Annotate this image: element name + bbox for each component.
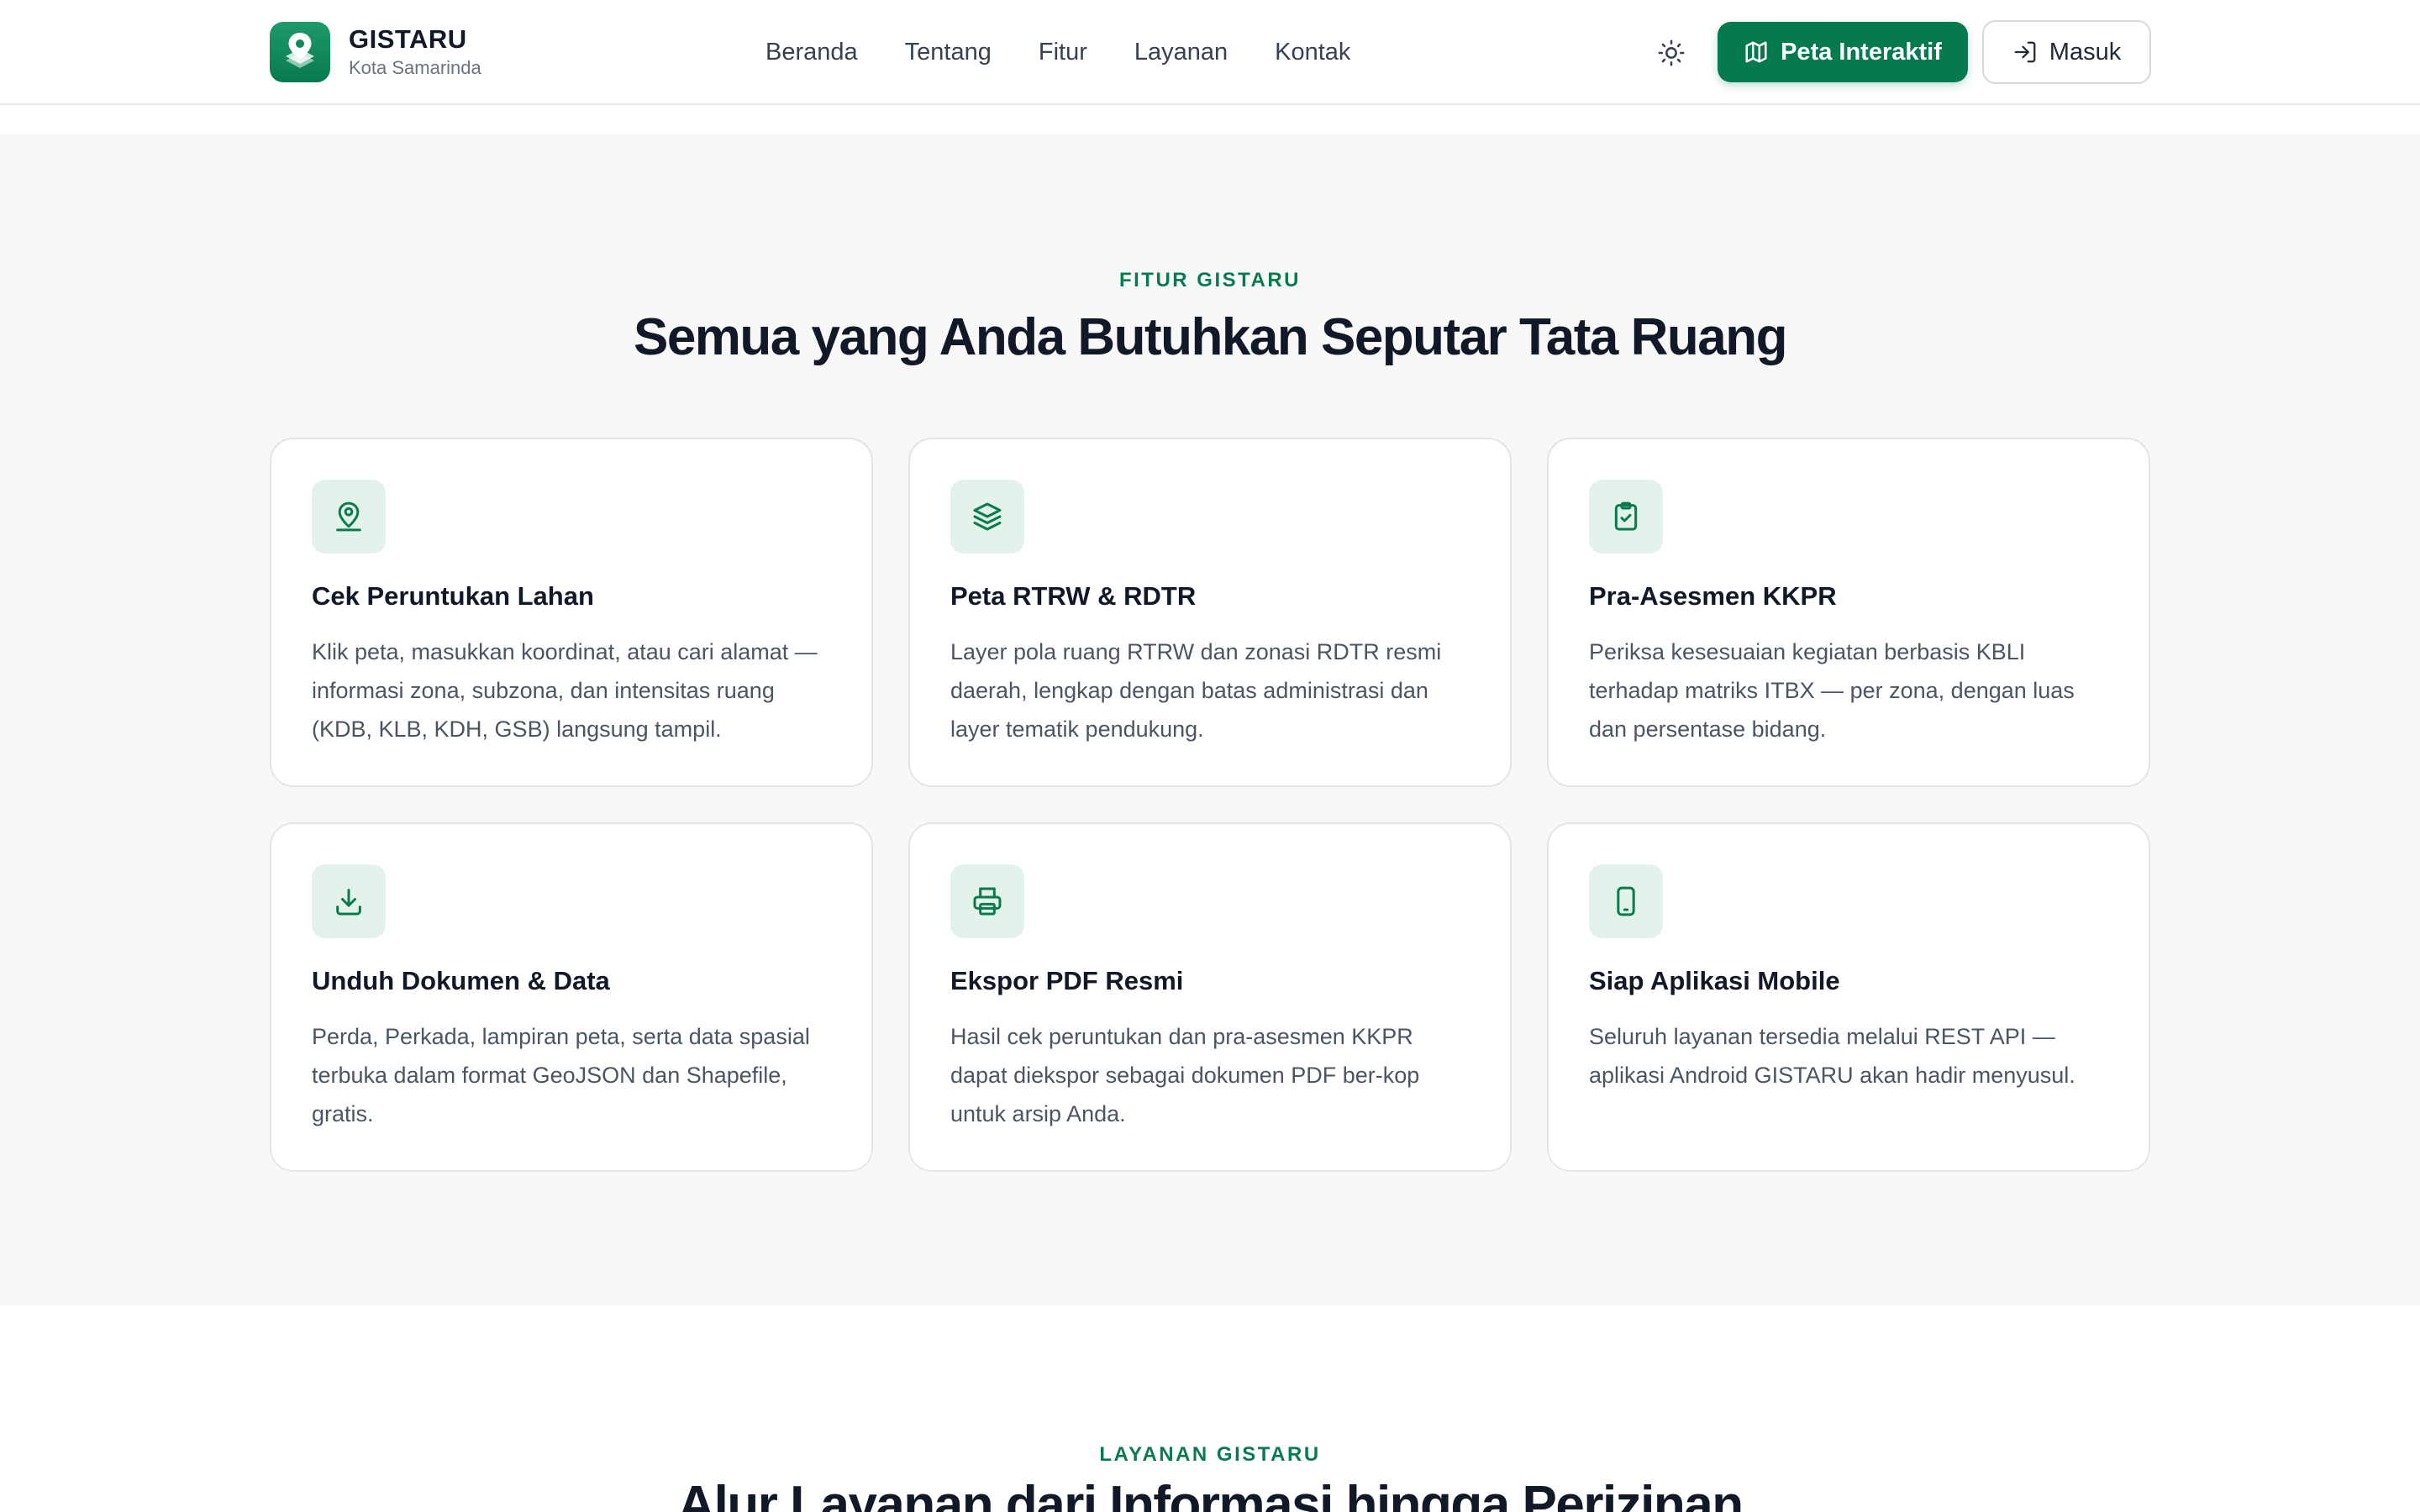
nav-link-kontak[interactable]: Kontak bbox=[1275, 30, 1350, 74]
feature-card-title: Siap Aplikasi Mobile bbox=[1589, 966, 1840, 995]
services-title: Alur Layanan dari Informasi hingga Periz… bbox=[677, 1476, 1744, 1512]
features-title: Semua yang Anda Butuhkan Seputar Tata Ru… bbox=[633, 308, 1788, 366]
feature-card-title: Unduh Dokumen & Data bbox=[312, 966, 610, 995]
brand-name: GISTARU bbox=[349, 24, 467, 54]
layers-icon bbox=[950, 480, 1024, 554]
feature-card-title: Peta RTRW & RDTR bbox=[950, 581, 1197, 611]
feature-card-description: Layer pola ruang RTRW dan zonasi RDTR re… bbox=[950, 639, 1442, 742]
brand-subtitle: Kota Samarinda bbox=[349, 57, 481, 78]
feature-card-rtrw-rdtr: Peta RTRW & RDTR Layer pola ruang RTRW d… bbox=[908, 438, 1512, 787]
services-eyebrow: LAYANAN GISTARU bbox=[1099, 1443, 1321, 1466]
login-button[interactable]: Masuk bbox=[1982, 20, 2151, 84]
feature-card-description: Seluruh layanan tersedia melalui REST AP… bbox=[1589, 1024, 2075, 1088]
printer-icon bbox=[950, 864, 1024, 938]
smartphone-icon bbox=[1589, 864, 1663, 938]
main-nav: Beranda Tentang Fitur Layanan Kontak bbox=[765, 30, 1350, 74]
login-label: Masuk bbox=[2049, 38, 2122, 66]
feature-card-title: Pra-Asesmen KKPR bbox=[1589, 581, 1837, 611]
feature-card-description: Klik peta, masukkan koordinat, atau cari… bbox=[312, 639, 818, 742]
login-icon bbox=[2014, 41, 2036, 63]
features-eyebrow: FITUR GISTARU bbox=[1118, 269, 1302, 291]
feature-card-kkpr: Pra-Asesmen KKPR Periksa kesesuaian kegi… bbox=[1547, 438, 2150, 787]
top-navbar: GISTARU Kota Samarinda Beranda Tentang F… bbox=[0, 0, 2420, 105]
nav-link-layanan[interactable]: Layanan bbox=[1134, 30, 1228, 74]
services-section: LAYANAN GISTARU Alur Layanan dari Inform… bbox=[0, 1306, 2420, 1512]
nav-link-tentang[interactable]: Tentang bbox=[905, 30, 992, 74]
nav-link-fitur[interactable]: Fitur bbox=[1039, 30, 1087, 74]
clipboard-check-icon bbox=[1589, 480, 1663, 554]
download-icon bbox=[312, 864, 386, 938]
nav-link-beranda[interactable]: Beranda bbox=[765, 30, 858, 74]
feature-card-description: Hasil cek peruntukan dan pra-asesmen KKP… bbox=[950, 1024, 1420, 1126]
theme-toggle-button[interactable] bbox=[1652, 34, 1691, 72]
feature-card-download: Unduh Dokumen & Data Perda, Perkada, lam… bbox=[270, 822, 873, 1172]
feature-card-description: Periksa kesesuaian kegiatan berbasis KBL… bbox=[1589, 639, 2075, 742]
feature-card-title: Cek Peruntukan Lahan bbox=[312, 581, 594, 611]
feature-card-mobile: Siap Aplikasi Mobile Seluruh layanan ter… bbox=[1547, 822, 2150, 1172]
interactive-map-label: Peta Interaktif bbox=[1781, 38, 1942, 66]
feature-card-pdf-export: Ekspor PDF Resmi Hasil cek peruntukan da… bbox=[908, 822, 1512, 1172]
brand[interactable]: GISTARU Kota Samarinda bbox=[270, 22, 481, 82]
sun-icon bbox=[1658, 39, 1685, 66]
feature-card-title: Ekspor PDF Resmi bbox=[950, 966, 1184, 995]
interactive-map-button[interactable]: Peta Interaktif bbox=[1718, 22, 1968, 82]
feature-card-land-use: Cek Peruntukan Lahan Klik peta, masukkan… bbox=[270, 438, 873, 787]
map-pin-layers-icon bbox=[270, 22, 330, 82]
map-pin-user-icon bbox=[312, 480, 386, 554]
feature-card-description: Perda, Perkada, lampiran peta, serta dat… bbox=[312, 1024, 810, 1126]
map-icon bbox=[1745, 41, 1767, 63]
features-section: FITUR GISTARU Semua yang Anda Butuhkan S… bbox=[0, 134, 2420, 1306]
